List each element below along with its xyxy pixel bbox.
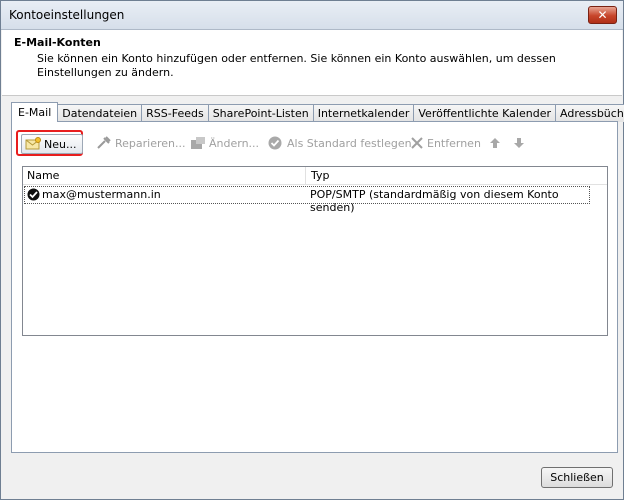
column-divider[interactable] [305, 167, 306, 184]
close-dialog-button[interactable]: Schließen [541, 467, 613, 488]
check-circle-icon [268, 136, 284, 150]
tab-strip: E-Mail Datendateien RSS-Feeds SharePoint… [11, 102, 624, 122]
move-down-button[interactable] [513, 132, 528, 154]
arrow-down-icon [513, 137, 525, 149]
title-bar[interactable]: Kontoeinstellungen ✕ [1, 1, 623, 30]
accounts-list[interactable]: Name Typ max@mustermann.in POP/SMTP (sta… [22, 166, 608, 336]
window-title: Kontoeinstellungen [9, 8, 125, 22]
default-account-check-icon [27, 188, 40, 204]
column-header-type[interactable]: Typ [311, 169, 330, 182]
list-item[interactable]: max@mustermann.in POP/SMTP (standardmäßi… [24, 186, 590, 214]
header-panel: E-Mail-Konten Sie können ein Konto hinzu… [2, 30, 622, 96]
tab-sharepoint-lists[interactable]: SharePoint-Listen [207, 104, 314, 122]
new-mail-icon [25, 137, 41, 151]
arrow-up-icon [489, 137, 501, 149]
column-header-name[interactable]: Name [27, 169, 59, 182]
remove-label: Entfernen [427, 136, 481, 150]
tab-published-calendars[interactable]: Veröffentlichte Kalender [413, 104, 556, 122]
repair-button[interactable]: Reparieren... [96, 132, 186, 154]
tab-email[interactable]: E-Mail [11, 102, 59, 122]
header-title: E-Mail-Konten [14, 36, 101, 49]
account-name: max@mustermann.in [42, 188, 161, 201]
new-account-button[interactable]: Neu... [21, 134, 83, 154]
account-type: POP/SMTP (standardmäßig von diesem Konto… [310, 188, 559, 214]
remove-x-icon [410, 136, 424, 150]
remove-button[interactable]: Entfernen [410, 132, 481, 154]
window-close-button[interactable]: ✕ [588, 6, 617, 24]
change-button[interactable]: Ändern... [190, 132, 259, 154]
set-default-button[interactable]: Als Standard festlegen [268, 132, 412, 154]
repair-label: Reparieren... [115, 136, 186, 150]
change-icon [190, 136, 206, 150]
new-account-highlight: Neu... [16, 130, 83, 156]
close-dialog-label: Schließen [550, 471, 604, 484]
tab-address-books[interactable]: Adressbücher [555, 104, 624, 122]
email-tab-panel: Neu... Reparieren... Ändern... Als Stand… [11, 121, 618, 453]
account-toolbar: Neu... Reparieren... Ändern... Als Stand… [12, 130, 612, 156]
close-icon: ✕ [597, 8, 608, 22]
tab-rss-feeds[interactable]: RSS-Feeds [141, 104, 209, 122]
tab-internet-calendars[interactable]: Internetkalender [312, 104, 415, 122]
tab-data-files[interactable]: Datendateien [57, 104, 143, 122]
list-header: Name Typ [23, 167, 607, 185]
new-account-label: Neu... [44, 137, 77, 151]
account-settings-window: Kontoeinstellungen ✕ E-Mail-Konten Sie k… [0, 0, 624, 500]
move-up-button[interactable] [489, 132, 504, 154]
repair-tools-icon [96, 136, 112, 150]
change-label: Ändern... [209, 136, 260, 150]
header-description: Sie können ein Konto hinzufügen oder ent… [37, 52, 556, 79]
set-default-label: Als Standard festlegen [287, 136, 412, 150]
